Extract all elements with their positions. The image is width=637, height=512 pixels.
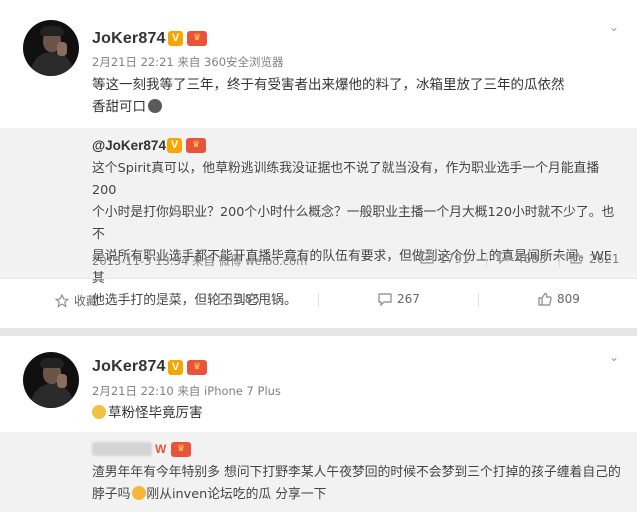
thinking-emoji-icon	[132, 486, 147, 500]
thumbs-up-icon	[570, 252, 584, 264]
quoted-source: 来自 微博 weibo.com	[191, 254, 308, 268]
quoted-comment-count[interactable]: 4683	[497, 252, 547, 266]
action-bar: 收藏 185 267 809	[0, 278, 637, 321]
member-crown-icon: ♛	[187, 360, 207, 375]
post-source: 来自 360安全浏览器	[177, 55, 284, 69]
post-time[interactable]: 2月21日 22:21	[92, 55, 174, 69]
favorite-button[interactable]: 收藏	[54, 292, 98, 309]
post-text: 草粉怪毕竟厉害	[92, 402, 203, 424]
divider	[559, 253, 560, 267]
post-divider	[0, 328, 637, 336]
divider	[478, 293, 479, 307]
w-badge: W	[155, 442, 167, 456]
username[interactable]: JoKer874	[92, 358, 166, 376]
repost-icon	[420, 252, 434, 264]
post-text-line: 等这一刻我等了三年，终于有受害者出来爆他的料了，冰箱里放了三年的瓜依然	[92, 77, 565, 93]
member-crown-icon: ♛	[186, 138, 206, 153]
quoted-text-line: 这个Spirit真可以，他草粉逃训练我没证据也不说了就当没有，作为职业选手一个月…	[92, 161, 600, 198]
repost-button[interactable]: 185	[218, 292, 260, 306]
verified-badge: V	[167, 138, 182, 153]
post-meta: 2月21日 22:21 来自 360安全浏览器	[92, 54, 284, 70]
chevron-down-icon[interactable]: ⌄	[609, 21, 623, 33]
quoted-post[interactable]: @JoKer874 V ♛ 这个Spirit真可以，他草粉逃训练我没证据也不说了…	[0, 128, 637, 308]
quoted-like-count[interactable]: 2621	[570, 252, 620, 266]
divider	[318, 293, 319, 307]
cat-emoji-icon	[92, 405, 106, 419]
comment-icon	[497, 252, 511, 264]
like-button[interactable]: 809	[538, 292, 580, 306]
quoted-author[interactable]: @JoKer874	[92, 138, 166, 153]
chevron-down-icon[interactable]: ⌄	[609, 351, 623, 363]
weibo-post: JoKer874 V ♛ ⌄ 2月21日 22:10 来自 iPhone 7 P…	[0, 336, 637, 512]
thumbs-up-icon	[538, 292, 552, 306]
repost-icon	[218, 293, 232, 305]
post-meta: 2月21日 22:10 来自 iPhone 7 Plus	[92, 383, 281, 399]
quoted-post[interactable]: W ♛ 渣男年年有今年特别多 想问下打野李某人午夜梦回的时候不会梦到三个打掉的孩…	[0, 432, 637, 512]
weibo-post: JoKer874 V ♛ ⌄ 2月21日 22:21 来自 360安全浏览器 等…	[0, 0, 637, 328]
post-time[interactable]: 2月21日 22:10	[92, 384, 174, 398]
star-icon	[54, 293, 70, 308]
husky-emoji-icon	[148, 99, 162, 113]
username[interactable]: JoKer874	[92, 30, 166, 48]
post-text: 等这一刻我等了三年，终于有受害者出来爆他的料了，冰箱里放了三年的瓜依然 香甜可口	[92, 74, 565, 118]
quoted-text: 渣男年年有今年特别多 想问下打野李某人午夜梦回的时候不会梦到三个打掉的孩子缠着自…	[92, 462, 622, 506]
verified-badge: V	[168, 360, 183, 375]
comment-button[interactable]: 267	[378, 292, 420, 307]
quoted-text-line: 脖子吗 刚从inven论坛吃的瓜 分享一下	[92, 486, 327, 502]
quoted-repost-count[interactable]: 1791	[420, 252, 470, 266]
divider	[159, 293, 160, 307]
user-avatar[interactable]	[23, 352, 79, 408]
user-avatar[interactable]	[23, 20, 79, 76]
post-text-line: 草粉怪毕竟厉害	[108, 405, 203, 421]
quoted-meta: 2015-11-3 13:54 来自 微博 weibo.com	[92, 253, 307, 269]
quoted-time[interactable]: 2015-11-3 13:54	[92, 254, 188, 268]
post-source: 来自 iPhone 7 Plus	[177, 384, 281, 398]
member-crown-icon: ♛	[171, 442, 191, 457]
comment-icon	[378, 293, 392, 307]
member-crown-icon: ♛	[187, 31, 207, 46]
blurred-username	[92, 442, 152, 456]
post-text-line: 香甜可口	[92, 96, 565, 118]
quoted-text-line: 个小时是打你妈职业？200个小时什么概念？一般职业主播一个月大概120小时就不少…	[92, 205, 615, 242]
quoted-text-line: 渣男年年有今年特别多 想问下打野李某人午夜梦回的时候不会梦到三个打掉的孩子缠着自…	[92, 465, 621, 480]
divider	[486, 253, 487, 267]
verified-badge: V	[168, 31, 183, 46]
